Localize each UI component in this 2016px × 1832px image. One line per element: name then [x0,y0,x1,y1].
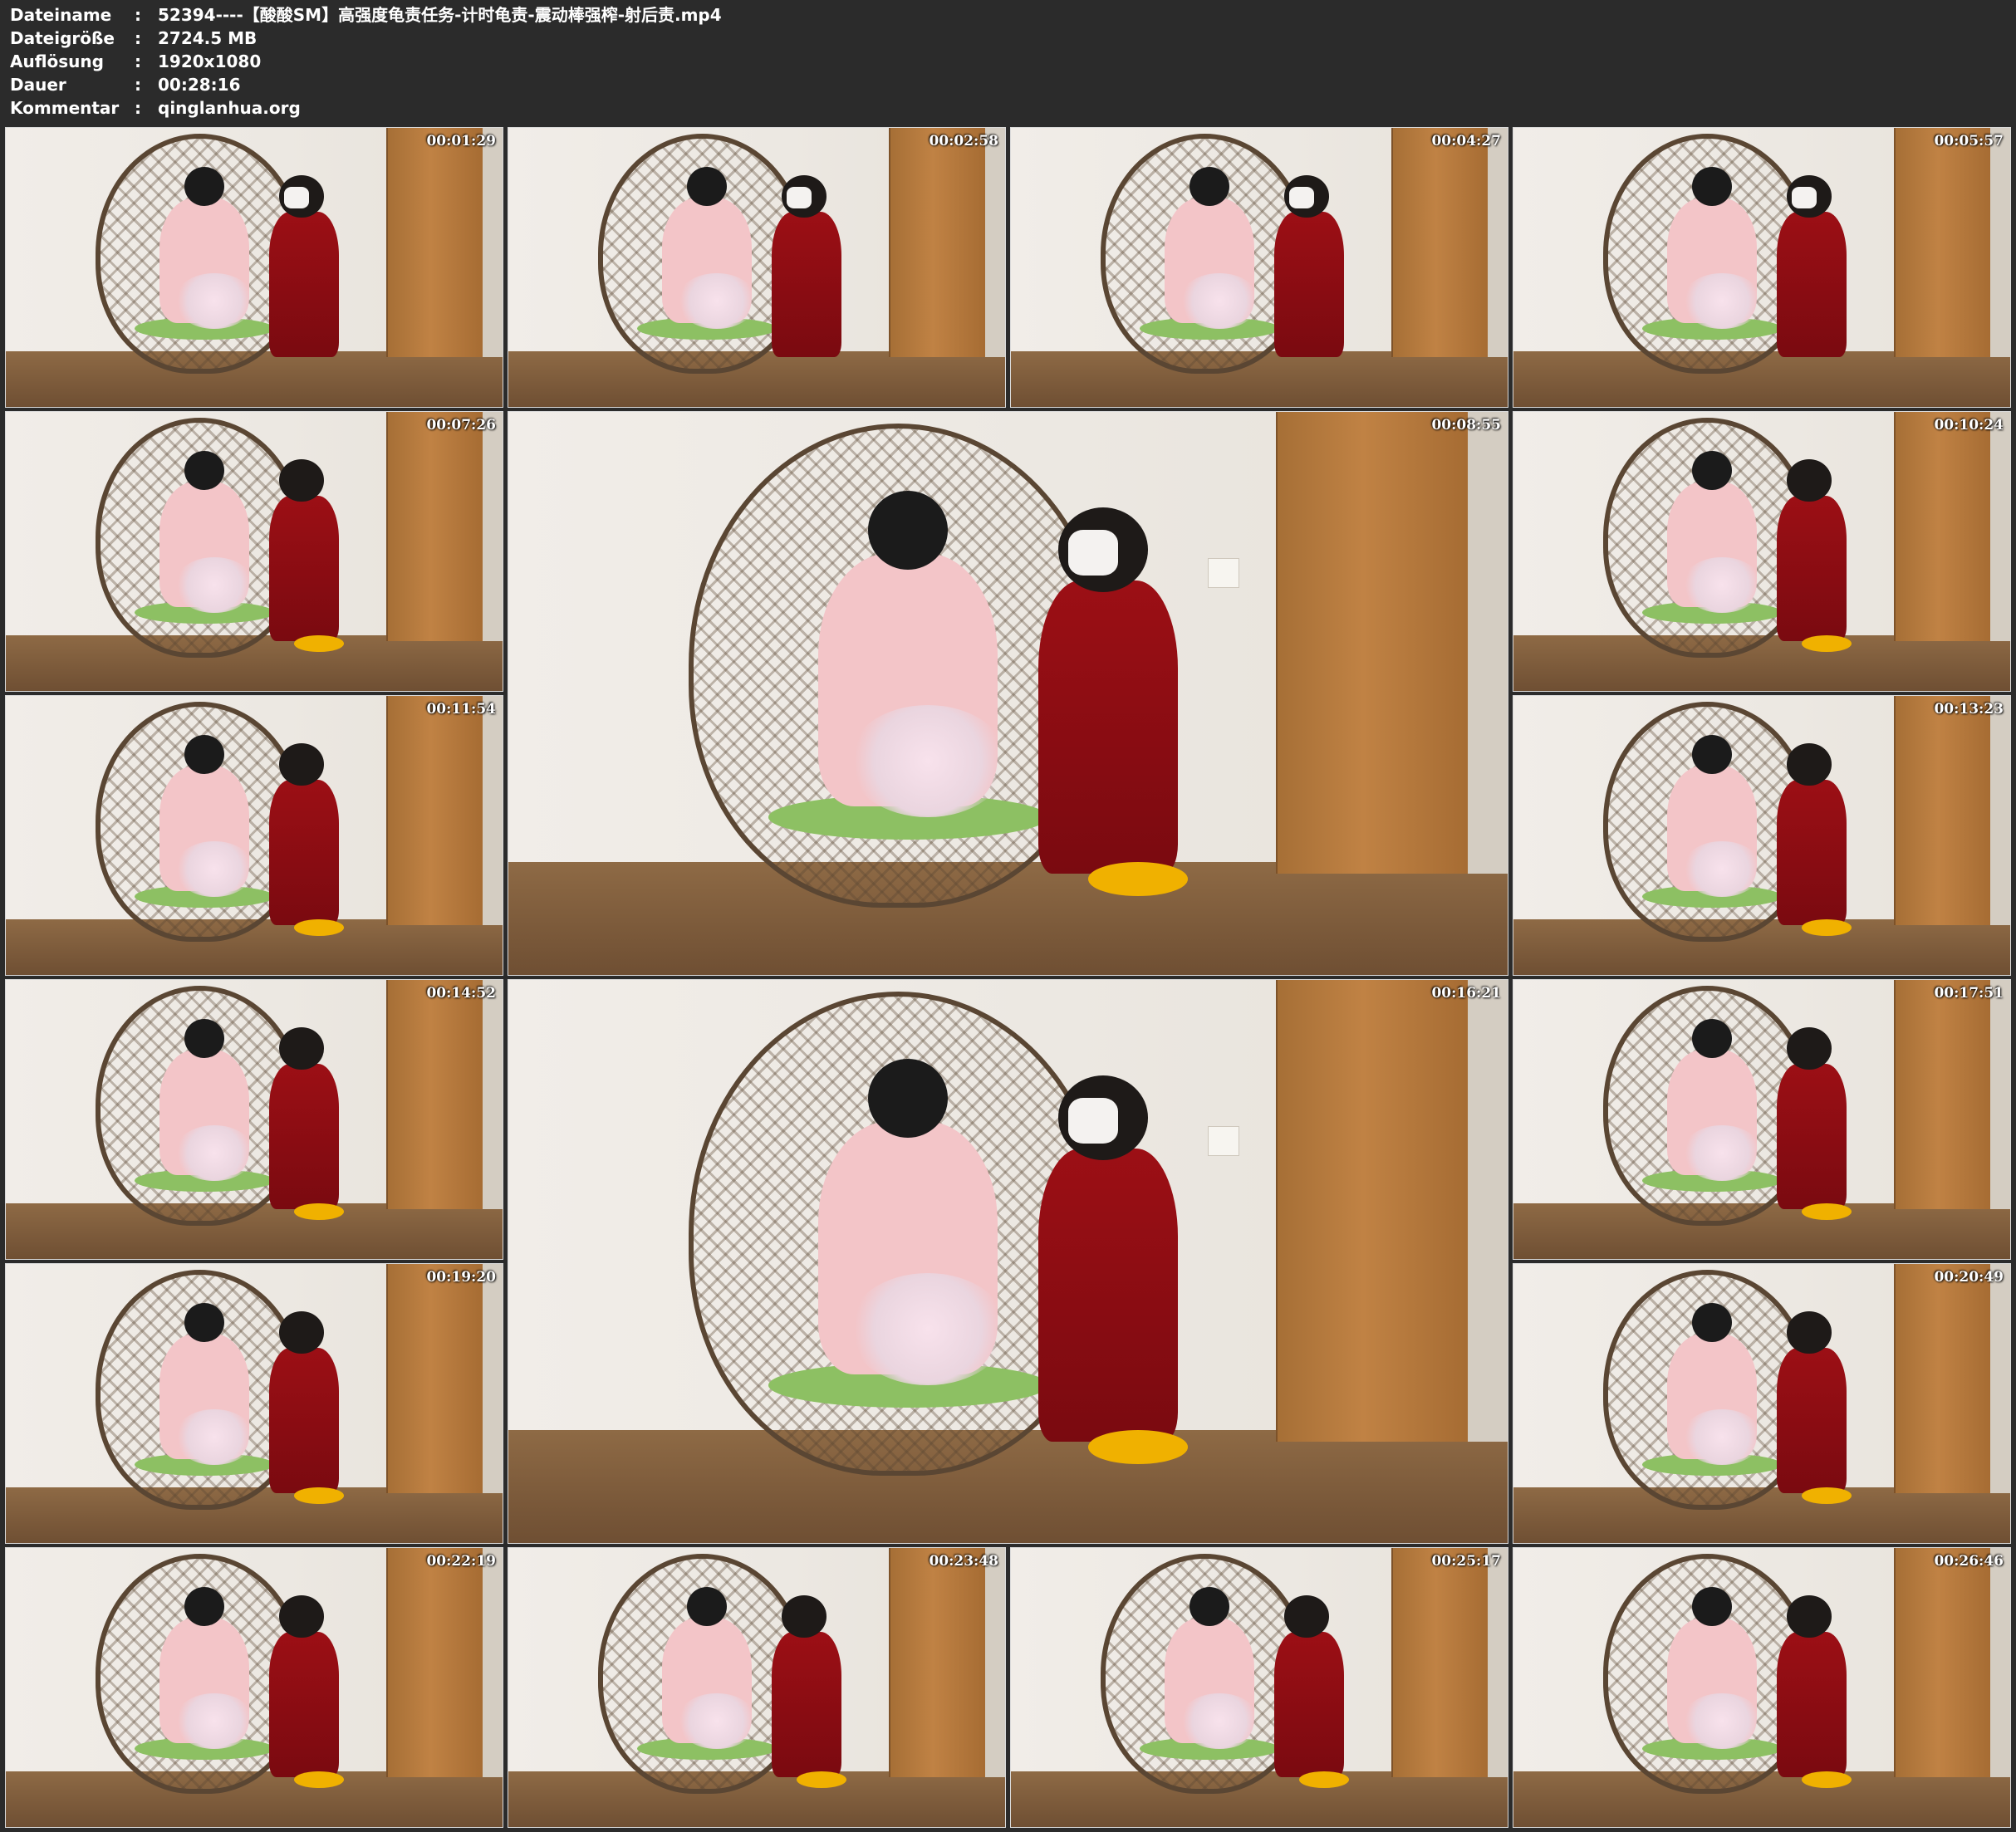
meta-resolution-value: 1920x1080 [158,51,262,71]
thumbnail-timestamp: 00:16:21 [1431,985,1501,1002]
meta-resolution-row: Auflösung : 1920x1080 [10,50,722,73]
video-frame-image [6,128,503,407]
meta-separator: : [135,28,141,48]
video-frame-image [508,980,1508,1543]
thumbnail-timestamp: 00:25:17 [1431,1553,1501,1570]
meta-duration-value: 00:28:16 [158,75,241,95]
thumbnail-frame[interactable]: 00:20:49 [1513,1263,2011,1544]
video-frame-image [6,412,503,691]
thumbnail-timestamp: 00:26:46 [1934,1553,2004,1570]
thumbnail-timestamp: 00:01:29 [426,133,496,149]
thumbnail-frame[interactable]: 00:11:54 [5,695,503,976]
metadata-header: Dateiname : 52394----【酸酸SM】高强度龟责任务-计时龟责-… [10,3,722,120]
meta-label: Dateigröße [10,28,115,48]
thumbnail-timestamp: 00:17:51 [1934,985,2004,1002]
meta-separator: : [135,5,141,25]
video-frame-image [508,1548,1005,1827]
meta-duration-row: Dauer : 00:28:16 [10,73,722,96]
thumbnail-frame[interactable]: 00:13:23 [1513,695,2011,976]
thumbnail-frame[interactable]: 00:05:57 [1513,127,2011,408]
video-frame-image [6,1548,503,1827]
thumbnail-frame[interactable]: 00:25:17 [1010,1547,1508,1828]
thumbnail-frame[interactable]: 00:14:52 [5,979,503,1260]
meta-filename-row: Dateiname : 52394----【酸酸SM】高强度龟责任务-计时龟责-… [10,3,722,27]
video-frame-image [6,696,503,975]
thumbnail-timestamp: 00:23:48 [929,1553,998,1570]
thumbnail-timestamp: 00:20:49 [1934,1269,2004,1286]
thumbnail-timestamp: 00:14:52 [426,985,496,1002]
video-frame-image [1011,128,1508,407]
thumbnail-timestamp: 00:11:54 [426,701,496,718]
thumbnail-frame[interactable]: 00:26:46 [1513,1547,2011,1828]
video-frame-image [1011,1548,1508,1827]
thumbnail-frame[interactable]: 00:04:27 [1010,127,1508,408]
meta-separator: : [135,51,141,71]
meta-label: Dateiname [10,5,112,25]
video-frame-image [1513,128,2010,407]
meta-filename-value: 52394----【酸酸SM】高强度龟责任务-计时龟责-震动棒强榨-射后责.mp… [158,5,722,25]
video-frame-image [1513,1264,2010,1543]
meta-filesize-value: 2724.5 MB [158,28,258,48]
thumbnail-timestamp: 00:13:23 [1934,701,2004,718]
thumbnail-frame[interactable]: 00:10:24 [1513,411,2011,692]
video-frame-image [6,980,503,1259]
meta-comment-value: qinglanhua.org [158,98,301,118]
thumbnail-timestamp: 00:10:24 [1934,417,2004,434]
meta-label: Auflösung [10,51,104,71]
video-frame-image [1513,412,2010,691]
thumbnail-timestamp: 00:19:20 [426,1269,496,1286]
video-frame-image [1513,1548,2010,1827]
meta-filesize-row: Dateigröße : 2724.5 MB [10,27,722,50]
thumbnail-frame[interactable]: 00:02:58 [508,127,1006,408]
thumbnail-timestamp: 00:08:55 [1431,417,1501,434]
meta-separator: : [135,75,141,95]
video-frame-image [508,128,1005,407]
thumbnail-timestamp: 00:22:19 [426,1553,496,1570]
thumbnail-frame-large[interactable]: 00:16:21 [508,979,1508,1544]
thumbnail-timestamp: 00:05:57 [1934,133,2004,149]
meta-label: Kommentar [10,98,120,118]
thumbnail-frame[interactable]: 00:19:20 [5,1263,503,1544]
meta-separator: : [135,98,141,118]
thumbnail-timestamp: 00:02:58 [929,133,998,149]
meta-comment-row: Kommentar : qinglanhua.org [10,96,722,120]
video-frame-image [508,412,1508,975]
thumbnail-timestamp: 00:04:27 [1431,133,1501,149]
thumbnail-frame-large[interactable]: 00:08:55 [508,411,1508,976]
video-frame-image [1513,696,2010,975]
meta-label: Dauer [10,75,66,95]
thumbnail-frame[interactable]: 00:23:48 [508,1547,1006,1828]
thumbnail-frame[interactable]: 00:07:26 [5,411,503,692]
thumbnail-timestamp: 00:07:26 [426,417,496,434]
video-frame-image [6,1264,503,1543]
thumbnail-frame[interactable]: 00:22:19 [5,1547,503,1828]
thumbnail-frame[interactable]: 00:01:29 [5,127,503,408]
video-frame-image [1513,980,2010,1259]
thumbnail-frame[interactable]: 00:17:51 [1513,979,2011,1260]
